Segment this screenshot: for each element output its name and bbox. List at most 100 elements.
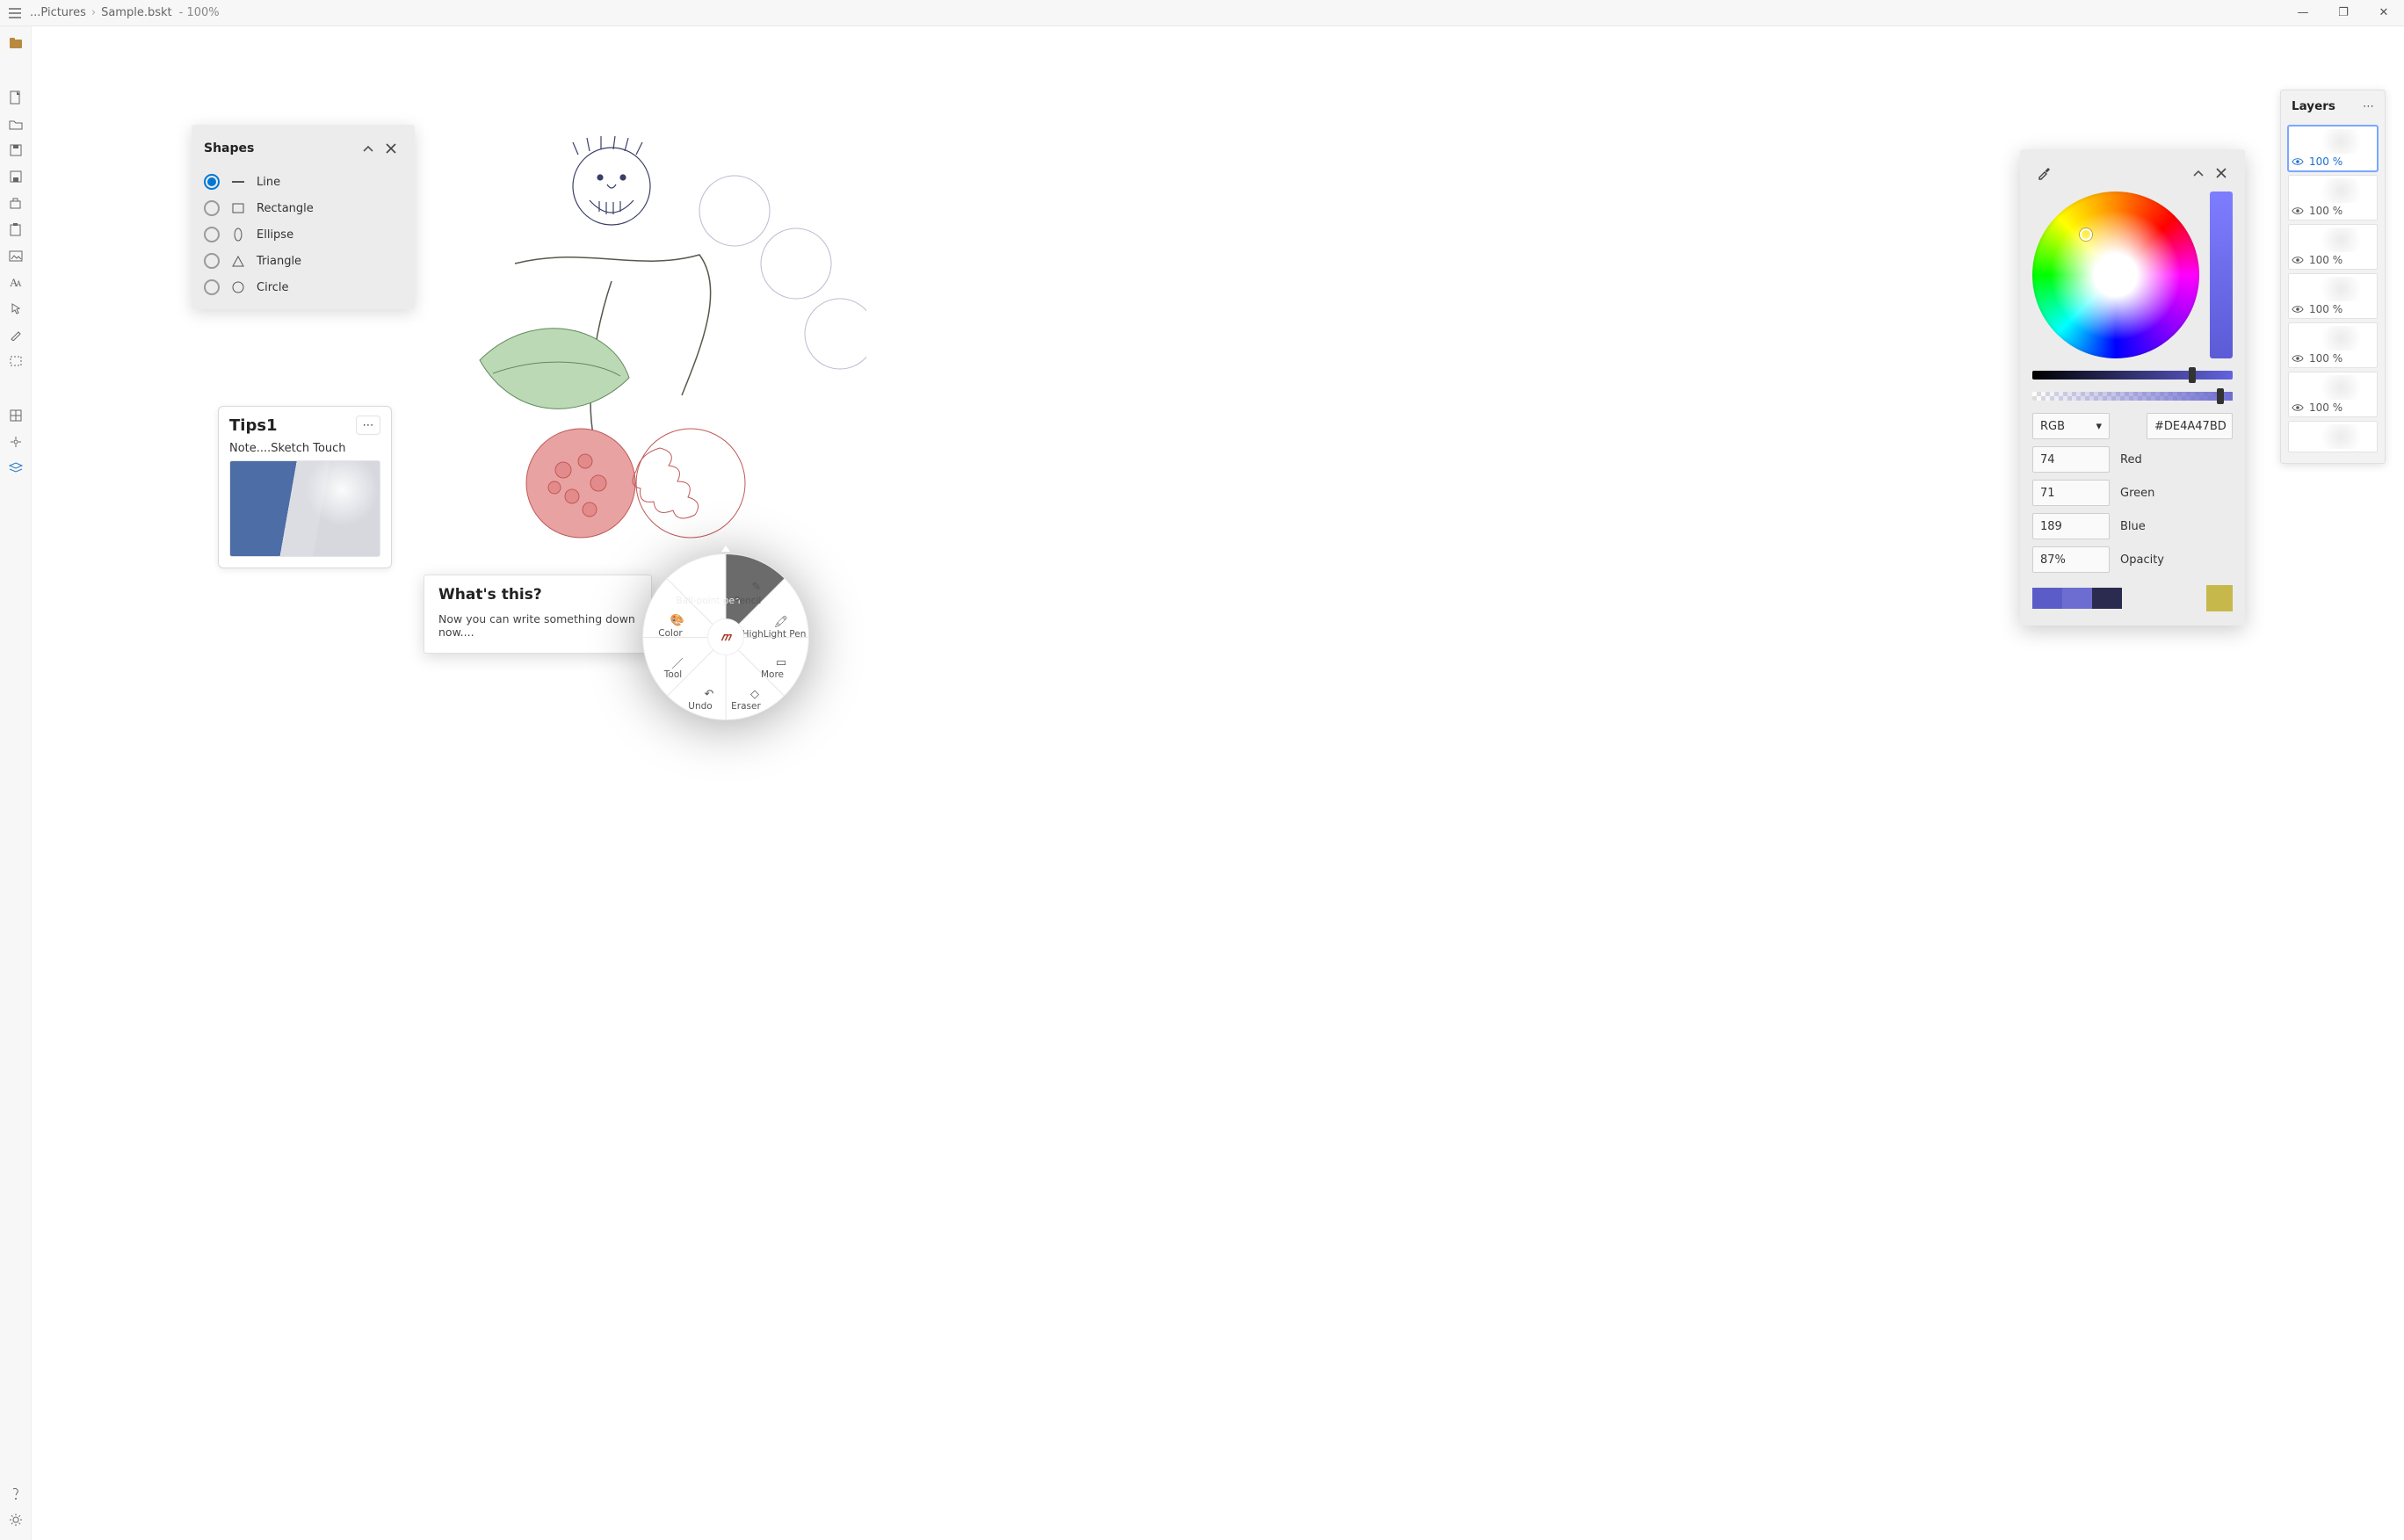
shape-option-line[interactable]: Line	[192, 169, 415, 195]
shapes-panel: Shapes Line Rectangle Ellipse Triangle	[192, 125, 415, 309]
layer-opacity: 100 %	[2309, 205, 2342, 217]
field-label: Blue	[2120, 520, 2146, 533]
layer-item[interactable]: 100 %	[2288, 126, 2378, 171]
hex-input[interactable]: #DE4A47BD	[2147, 413, 2233, 439]
chevron-up-icon[interactable]	[2187, 162, 2210, 184]
swatch[interactable]	[2062, 588, 2092, 609]
bpen-icon[interactable]: ✒	[704, 575, 725, 596]
layers-icon[interactable]	[0, 455, 32, 481]
radio-icon	[204, 279, 220, 295]
color-value-column[interactable]	[2210, 192, 2233, 358]
save-icon[interactable]	[0, 137, 32, 163]
pencil-icon[interactable]: ✎	[746, 576, 767, 597]
layer-thumbnail	[2292, 277, 2374, 301]
swatch[interactable]	[2092, 588, 2122, 609]
radial-label: Color	[635, 628, 706, 639]
radial-menu[interactable]: ✒ Ball-point pen ✎ Pencil 🖍 HighLight Pe…	[642, 553, 809, 720]
more-icon[interactable]: ⋯	[2363, 100, 2374, 113]
shape-label: Triangle	[257, 255, 301, 268]
radial-label: HighLight Pen	[739, 629, 809, 640]
shape-option-triangle[interactable]: Triangle	[192, 248, 415, 274]
more-icon[interactable]: ⋯	[356, 416, 380, 435]
radio-icon	[204, 174, 220, 190]
eye-icon[interactable]	[2292, 157, 2304, 166]
grid-icon[interactable]	[0, 402, 32, 429]
layer-thumbnail	[2292, 375, 2374, 400]
eyedropper-icon[interactable]	[2032, 162, 2055, 184]
radial-label: More	[737, 669, 807, 680]
target-icon[interactable]	[0, 429, 32, 455]
left-rail: AA	[0, 26, 32, 1540]
blue-input[interactable]: 189	[2032, 513, 2110, 539]
opacity-slider[interactable]	[2032, 392, 2233, 401]
line-icon	[230, 174, 246, 190]
eye-icon[interactable]	[2292, 256, 2304, 264]
layer-item[interactable]: 100 %	[2288, 322, 2378, 368]
red-input[interactable]: 74	[2032, 446, 2110, 473]
radial-hub[interactable]: 𝑚	[707, 618, 744, 655]
layer-opacity: 100 %	[2309, 254, 2342, 266]
layers-panel: Layers ⋯ 100 %100 %100 %100 %100 %100 %	[2280, 90, 2386, 464]
titlebar: ...Pictures › Sample.bskt - 100% — ❐ ✕	[0, 0, 2404, 26]
new-file-icon[interactable]	[0, 84, 32, 111]
settings-icon[interactable]	[0, 1507, 32, 1533]
save-as-icon[interactable]	[0, 163, 32, 190]
shape-option-ellipse[interactable]: Ellipse	[192, 221, 415, 248]
image-icon[interactable]	[0, 242, 32, 269]
shape-option-circle[interactable]: Circle	[192, 274, 415, 300]
eye-icon[interactable]	[2292, 206, 2304, 215]
text-icon[interactable]: AA	[0, 269, 32, 295]
store-icon[interactable]	[0, 190, 32, 216]
shape-label: Ellipse	[257, 228, 293, 242]
breadcrumb-path[interactable]: ...Pictures	[30, 6, 86, 19]
green-input[interactable]: 71	[2032, 480, 2110, 506]
field-label: Red	[2120, 453, 2142, 466]
canvas-drawing	[409, 132, 866, 589]
triangle-icon	[230, 253, 246, 269]
layer-item[interactable]: 100 %	[2288, 372, 2378, 417]
chevron-right-icon: ›	[91, 6, 96, 19]
layer-thumbnail	[2292, 129, 2374, 154]
opacity-input[interactable]: 87%	[2032, 546, 2110, 573]
pen-icon[interactable]	[0, 322, 32, 348]
close-icon[interactable]	[380, 137, 402, 160]
eye-icon[interactable]	[2292, 305, 2304, 314]
swatch-current[interactable]	[2206, 585, 2233, 611]
color-wheel-selector[interactable]	[2080, 228, 2092, 241]
color-wheel[interactable]	[2032, 192, 2199, 358]
pointer-icon[interactable]	[0, 295, 32, 322]
canvas-area[interactable]: Shapes Line Rectangle Ellipse Triangle	[32, 26, 2404, 1540]
layer-item[interactable]: 100 %	[2288, 224, 2378, 270]
eye-icon[interactable]	[2292, 403, 2304, 412]
eye-icon[interactable]	[2292, 354, 2304, 363]
close-icon[interactable]	[2210, 162, 2233, 184]
tips-card: Tips1 ⋯ Note....Sketch Touch	[218, 406, 392, 568]
layer-extra-preview[interactable]	[2288, 421, 2378, 452]
whats-this-popover: What's this? Now you can write something…	[424, 575, 652, 654]
whats-this-title: What's this?	[438, 586, 637, 604]
swatch[interactable]	[2032, 588, 2062, 609]
open-folder-icon[interactable]	[0, 111, 32, 137]
selection-icon[interactable]	[0, 348, 32, 374]
breadcrumb-file[interactable]: Sample.bskt	[101, 6, 172, 19]
files-active-icon[interactable]	[0, 30, 32, 56]
radio-icon	[204, 253, 220, 269]
svg-text:A: A	[16, 279, 22, 288]
brightness-slider[interactable]	[2032, 371, 2233, 380]
layer-item[interactable]: 100 %	[2288, 175, 2378, 221]
hamburger-icon[interactable]	[0, 8, 30, 18]
whats-this-desc: Now you can write something down now....	[438, 612, 637, 639]
color-mode-dropdown[interactable]: RGB▾	[2032, 413, 2110, 439]
close-button[interactable]: ✕	[2364, 0, 2404, 26]
layer-opacity: 100 %	[2309, 401, 2342, 414]
layer-thumbnail	[2292, 228, 2374, 252]
clipboard-icon[interactable]	[0, 216, 32, 242]
maximize-button[interactable]: ❐	[2323, 0, 2364, 26]
minimize-button[interactable]: —	[2283, 0, 2323, 26]
tips-thumbnail[interactable]	[229, 460, 380, 557]
shape-option-rectangle[interactable]: Rectangle	[192, 195, 415, 221]
layer-thumbnail	[2292, 326, 2374, 351]
help-icon[interactable]	[0, 1480, 32, 1507]
chevron-up-icon[interactable]	[357, 137, 380, 160]
layer-item[interactable]: 100 %	[2288, 273, 2378, 319]
